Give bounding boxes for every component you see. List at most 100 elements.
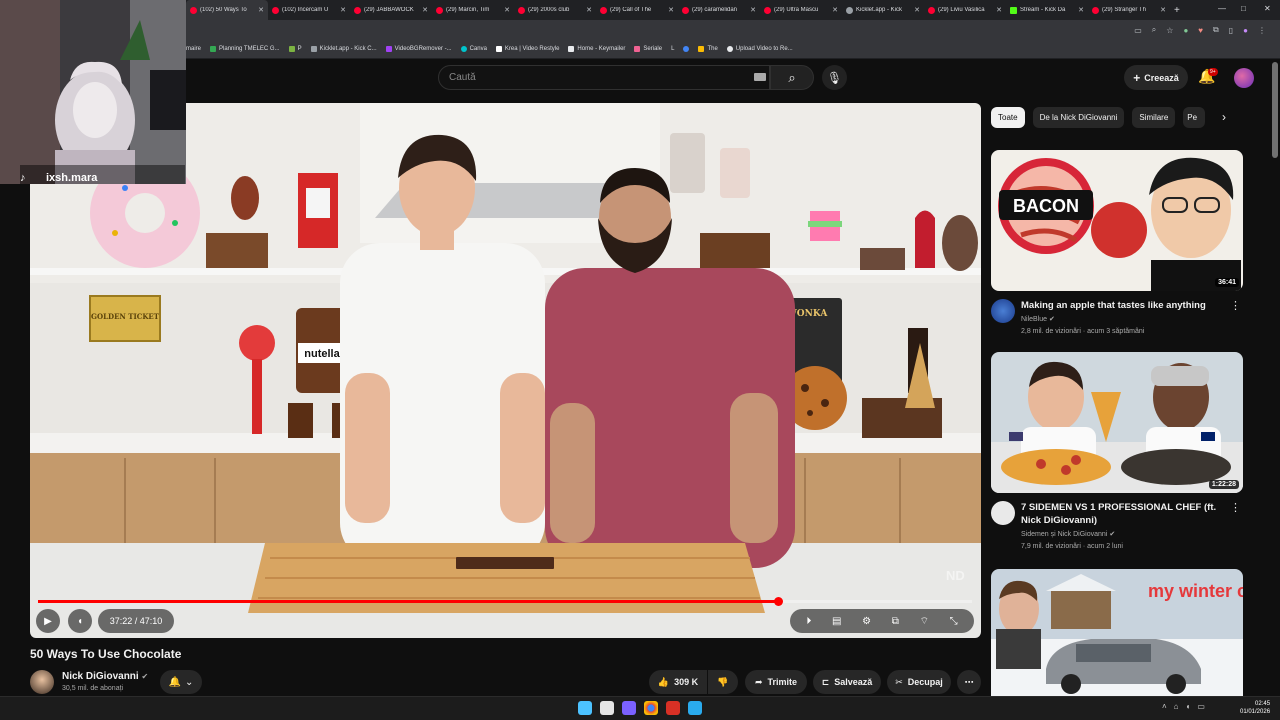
discord-icon[interactable] — [622, 701, 636, 715]
recommendation-card[interactable]: BACON 36:41 Making an apple that tastes … — [991, 150, 1243, 345]
browser-tab[interactable]: (29) JABBAWOCK ✕ — [350, 0, 432, 20]
bookmark-item[interactable]: Canva — [460, 46, 487, 52]
start-icon[interactable] — [578, 701, 592, 715]
chrome-icon[interactable] — [644, 701, 658, 715]
browser-tab[interactable]: (102) 50 Ways To ✕ — [186, 0, 268, 20]
bookmark-item[interactable]: VideoBGRemover -... — [385, 46, 452, 52]
bookmark-item[interactable]: Planning TMELEC G... — [210, 46, 280, 52]
close-icon[interactable]: ✕ — [1078, 6, 1084, 14]
video-thumbnail[interactable]: 1:22:28 — [991, 352, 1243, 493]
settings-gear-icon[interactable]: ⚙ — [862, 616, 871, 627]
browser-tab[interactable]: (102) Încercăm U ✕ — [268, 0, 350, 20]
close-icon[interactable]: ✕ — [258, 6, 264, 14]
miniplayer-icon[interactable]: ⧉ — [892, 616, 899, 627]
network-icon[interactable]: ⌂ — [1174, 702, 1179, 711]
extension-icon[interactable]: ♥ — [1198, 26, 1203, 35]
browser-tab[interactable]: (29) Liviu Vasilică ✕ — [924, 0, 1006, 20]
taskbar-clock[interactable]: 02:45 01/01/2026 — [1240, 700, 1270, 716]
close-window-icon[interactable]: ✕ — [1264, 4, 1271, 13]
bookmark-item[interactable]: Upload Video to Re... — [726, 46, 793, 52]
bookmark-item[interactable]: L — [671, 46, 674, 52]
maximize-icon[interactable]: □ — [1241, 4, 1246, 13]
more-options-icon[interactable]: ⋮ — [1230, 299, 1241, 312]
progress-scrubber-handle[interactable] — [773, 597, 783, 606]
recommendation-title[interactable]: Making an apple that tastes like anythin… — [1021, 299, 1226, 312]
chevron-up-icon[interactable]: ˄ — [1162, 702, 1167, 711]
clip-button[interactable]: ✂ Decupaj — [887, 670, 951, 694]
browser-tab[interactable]: Stream - Kick Da ✕ — [1006, 0, 1088, 20]
recommendation-card[interactable]: my winter car — [991, 569, 1243, 696]
dislike-button[interactable]: 👎 — [708, 670, 738, 694]
bookmark-item[interactable]: Kicklet.app - Kick C... — [310, 46, 377, 52]
split-view-icon[interactable]: ▯ — [1229, 26, 1233, 35]
mute-button[interactable]: ◖ — [68, 609, 92, 633]
recommendation-channel[interactable]: NileBlue ✔ — [1021, 314, 1055, 326]
volume-icon[interactable]: ◖ — [1186, 702, 1191, 711]
zoom-icon[interactable]: ⌕ — [1152, 25, 1156, 35]
profile-icon[interactable]: ● — [1243, 26, 1248, 35]
recommendation-title[interactable]: 7 SIDEMEN VS 1 PROFESSIONAL CHEF (ft. Ni… — [1021, 501, 1226, 527]
page-scrollbar[interactable] — [1272, 62, 1278, 158]
task-view-icon[interactable] — [600, 701, 614, 715]
video-thumbnail[interactable]: BACON 36:41 — [991, 150, 1243, 291]
close-icon[interactable]: ✕ — [422, 6, 428, 14]
browser-tab[interactable]: Kicklet.app - Kick ✕ — [842, 0, 924, 20]
close-icon[interactable]: ✕ — [586, 6, 592, 14]
bookmark-item[interactable]: Seriale — [634, 46, 662, 52]
bookmark-item[interactable]: Krea | Video Restyle — [495, 46, 559, 52]
like-button[interactable]: 👍 309 K — [649, 670, 707, 694]
browser-tab[interactable]: (29) Marcin, Tim ✕ — [432, 0, 514, 20]
close-icon[interactable]: ✕ — [750, 6, 756, 14]
account-avatar[interactable] — [1234, 68, 1254, 88]
app-icon[interactable] — [666, 701, 680, 715]
close-icon[interactable]: ✕ — [340, 6, 346, 14]
bookmark-item[interactable] — [683, 46, 690, 52]
voice-search-button[interactable]: 🎙 — [822, 65, 847, 90]
channel-name[interactable]: Nick DiGiovanni ✔ — [62, 671, 148, 682]
close-icon[interactable]: ✕ — [1160, 6, 1166, 14]
subscription-notifications-button[interactable]: 🔔 ⌄ — [160, 670, 202, 694]
search-input[interactable]: Caută — [438, 65, 770, 90]
play-button[interactable]: ▶ — [36, 609, 60, 633]
bookmark-star-icon[interactable]: ☆ — [1166, 26, 1173, 35]
fullscreen-icon[interactable]: ⤡ — [950, 616, 958, 627]
subtitles-icon[interactable]: ▤ — [832, 616, 841, 627]
browser-tab[interactable]: (29) 2000s club ✕ — [514, 0, 596, 20]
create-button[interactable]: + Creează — [1124, 65, 1188, 90]
channel-avatar[interactable] — [991, 299, 1015, 323]
close-icon[interactable]: ✕ — [504, 6, 510, 14]
browser-tab[interactable]: (29) Stranger Th ✕ — [1088, 0, 1170, 20]
channel-avatar[interactable] — [991, 501, 1015, 525]
browser-tab[interactable]: (29) caramelidan ✕ — [678, 0, 760, 20]
keyboard-icon[interactable] — [754, 73, 766, 81]
chip-more[interactable]: Pe — [1183, 107, 1206, 128]
close-icon[interactable]: ✕ — [996, 6, 1002, 14]
recommendation-channel[interactable]: Sidemen și Nick DiGiovanni ✔ — [1021, 529, 1115, 541]
share-button[interactable]: ➦ Trimite — [745, 670, 807, 694]
recommendation-card[interactable]: 1:22:28 7 SIDEMEN VS 1 PROFESSIONAL CHEF… — [991, 352, 1243, 557]
close-icon[interactable]: ✕ — [668, 6, 674, 14]
autoplay-toggle-icon[interactable]: ⏵ — [806, 616, 811, 627]
cast-icon[interactable]: ▭ — [1134, 26, 1142, 35]
battery-icon[interactable]: ▭ — [1197, 702, 1205, 711]
browser-tab[interactable]: (29) Call of The ✕ — [596, 0, 678, 20]
bookmark-item[interactable]: Home - Keymailer — [568, 46, 625, 52]
chip-all[interactable]: Toate — [991, 107, 1025, 128]
bookmark-item[interactable]: maire — [186, 46, 201, 52]
chevron-right-icon[interactable]: › — [1222, 110, 1226, 124]
bookmark-item[interactable]: The — [698, 46, 718, 52]
more-actions-button[interactable]: ⋯ — [957, 670, 981, 694]
bookmark-item[interactable]: P — [288, 46, 302, 52]
telegram-icon[interactable] — [688, 701, 702, 715]
extension-icon[interactable]: ● — [1183, 26, 1188, 35]
chip-from-channel[interactable]: De la Nick DiGiovanni — [1032, 107, 1125, 128]
video-thumbnail[interactable]: my winter car — [991, 569, 1243, 696]
browser-tab[interactable]: (29) Ultra Mascu ✕ — [760, 0, 842, 20]
chip-related[interactable]: Similare — [1132, 107, 1176, 128]
puzzle-icon[interactable]: ⧉ — [1213, 25, 1219, 35]
close-icon[interactable]: ✕ — [914, 6, 920, 14]
cast-icon[interactable]: ⌔ — [920, 615, 929, 628]
save-button[interactable]: ⊏ Salvează — [813, 670, 881, 694]
close-icon[interactable]: ✕ — [832, 6, 838, 14]
search-button[interactable]: ⌕ — [770, 65, 814, 90]
